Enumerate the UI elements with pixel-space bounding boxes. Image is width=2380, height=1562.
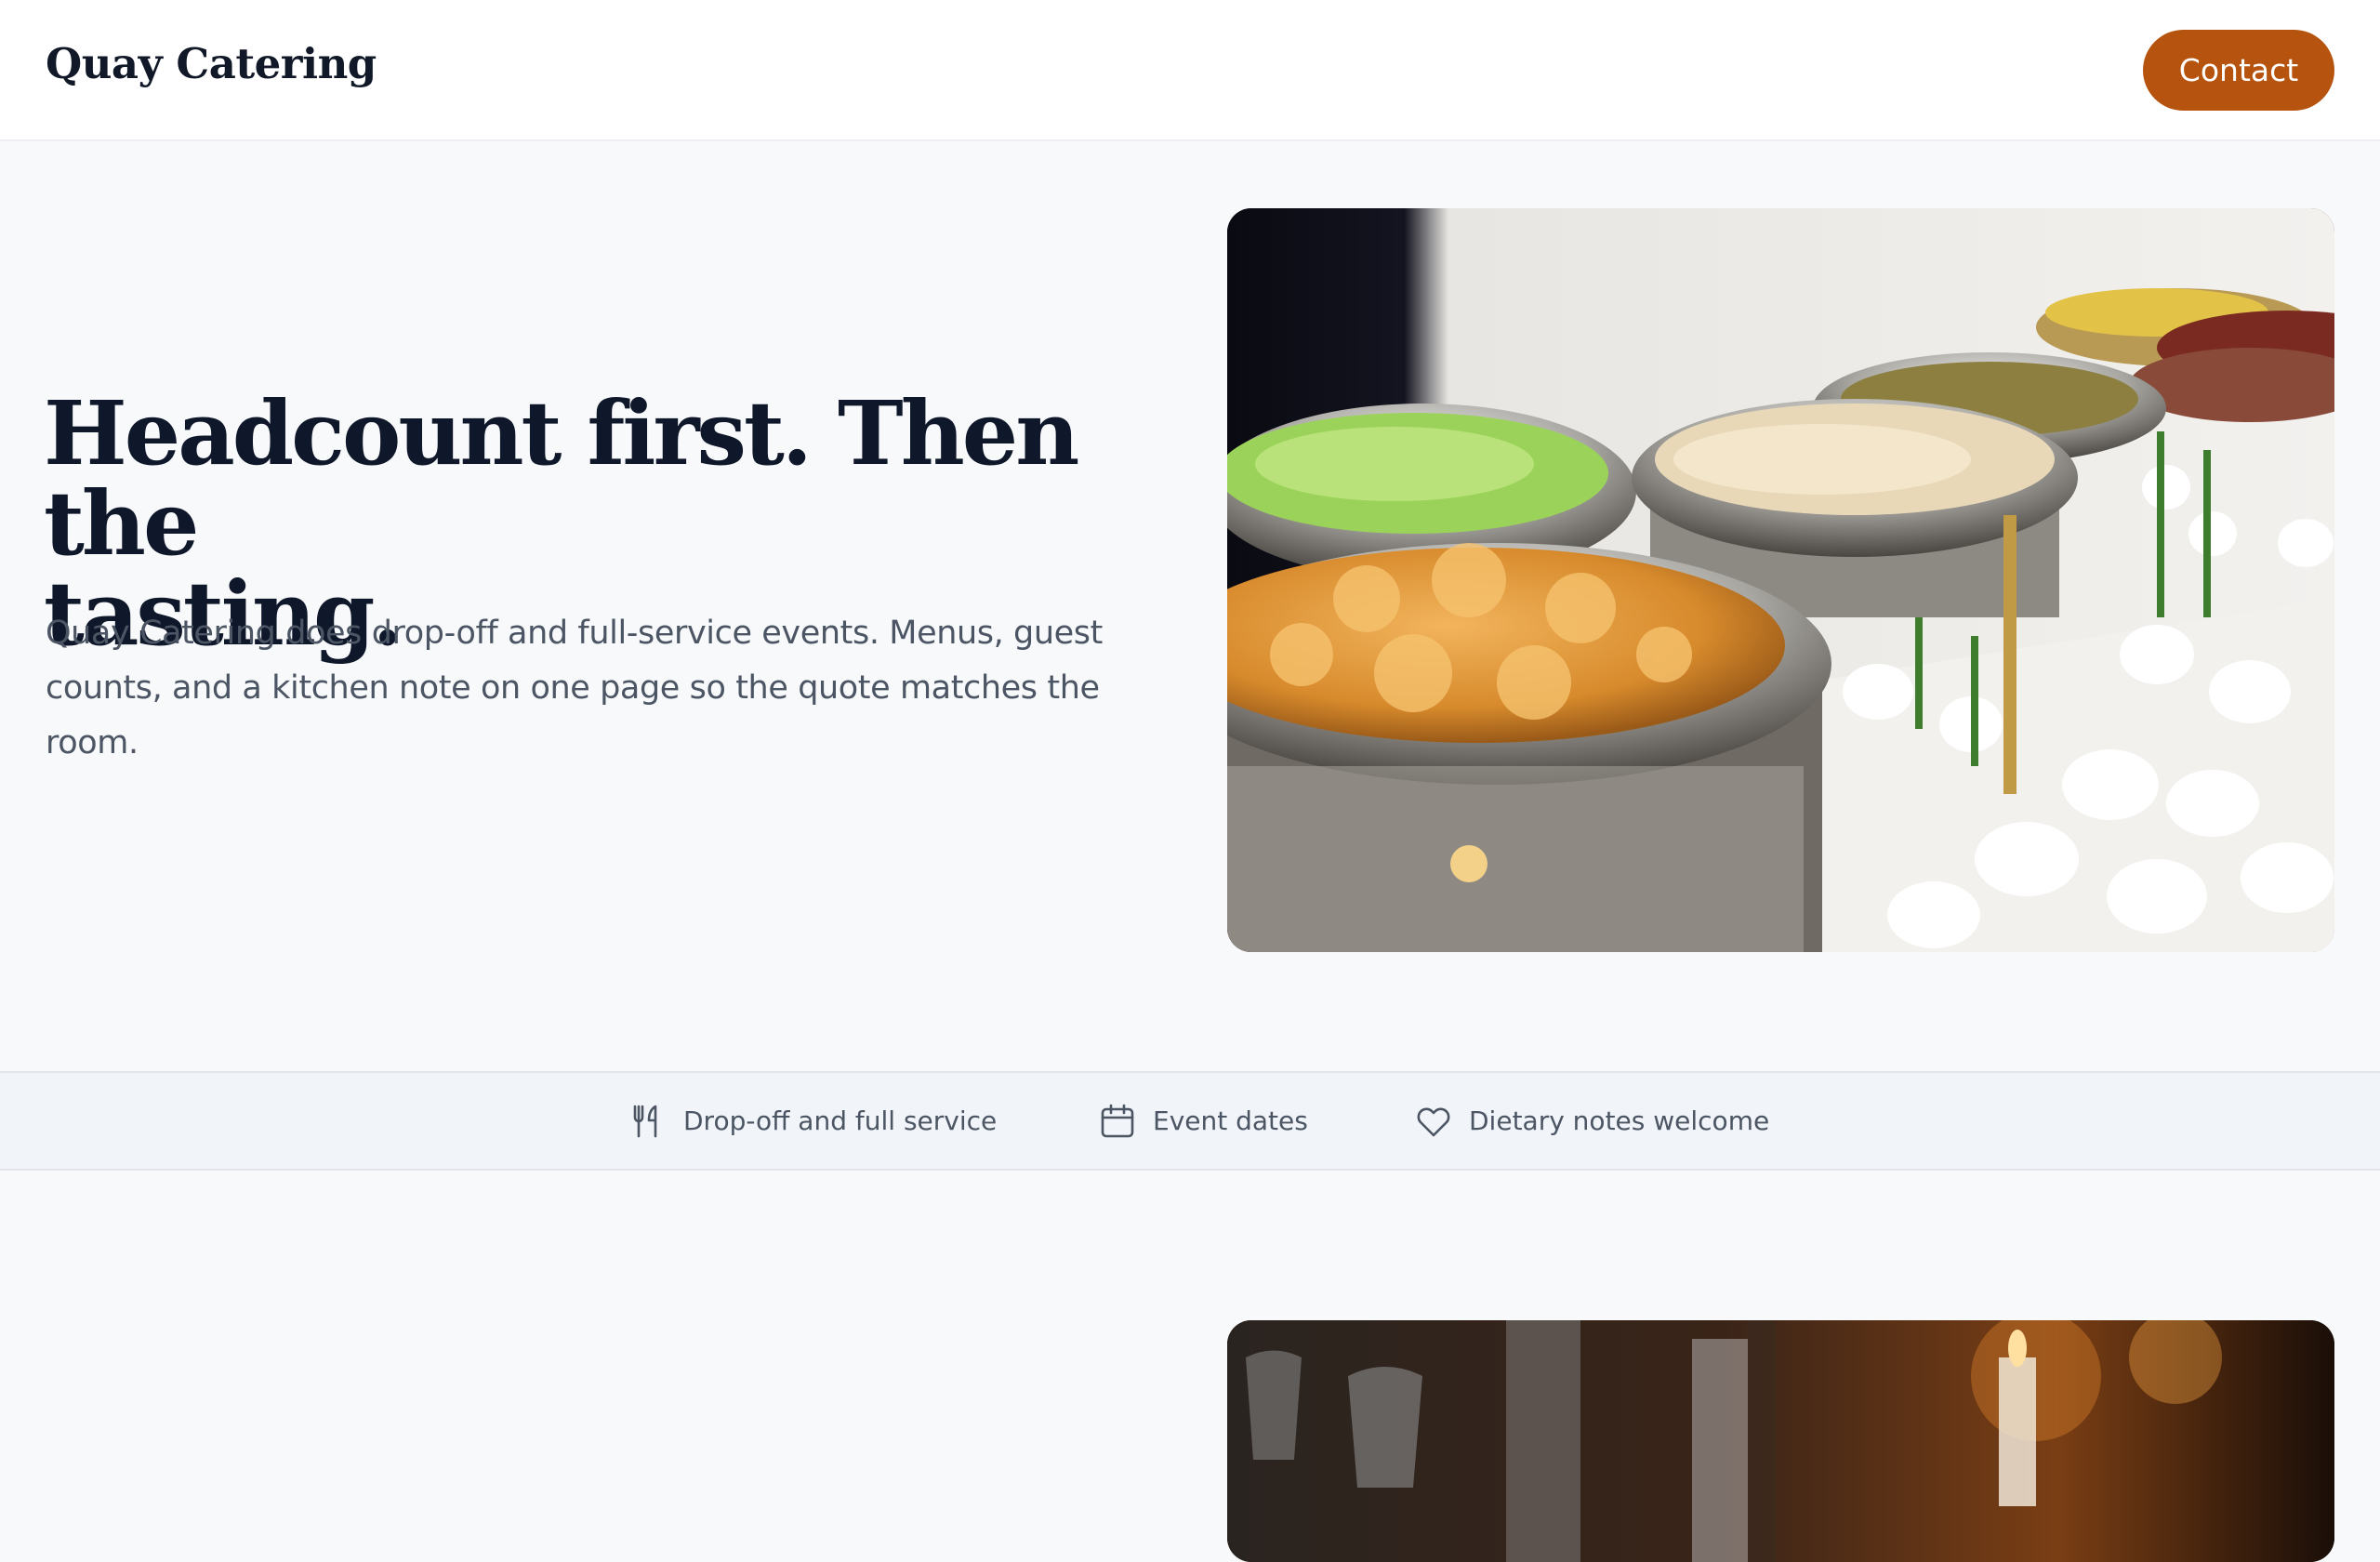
feature-label: Drop-off and full service bbox=[683, 1105, 998, 1136]
calendar-icon bbox=[1101, 1104, 1134, 1137]
feature-label: Event dates bbox=[1153, 1105, 1308, 1136]
feature-item-dietary: Dietary notes welcome bbox=[1415, 1073, 1769, 1169]
features-strip: Drop-off and full service Event dates Di… bbox=[0, 1071, 2380, 1171]
hero-title-line1: Headcount first. Then the bbox=[44, 382, 1079, 576]
heart-icon bbox=[1417, 1107, 1450, 1136]
contact-button[interactable]: Contact bbox=[2143, 30, 2334, 111]
feature-label: Dietary notes welcome bbox=[1469, 1105, 1770, 1136]
site-header: Quay Catering Contact bbox=[0, 0, 2380, 141]
section-table-photo bbox=[1227, 1320, 2334, 1562]
feature-item-dates: Event dates bbox=[1099, 1073, 1308, 1169]
brand-logo[interactable]: Quay Catering bbox=[46, 39, 377, 88]
hero-buffet-photo bbox=[1227, 208, 2334, 952]
utensils-icon bbox=[633, 1105, 657, 1137]
feature-item-service: Drop-off and full service bbox=[629, 1073, 997, 1169]
hero-description: Quay Catering does drop-off and full-ser… bbox=[46, 615, 1103, 761]
